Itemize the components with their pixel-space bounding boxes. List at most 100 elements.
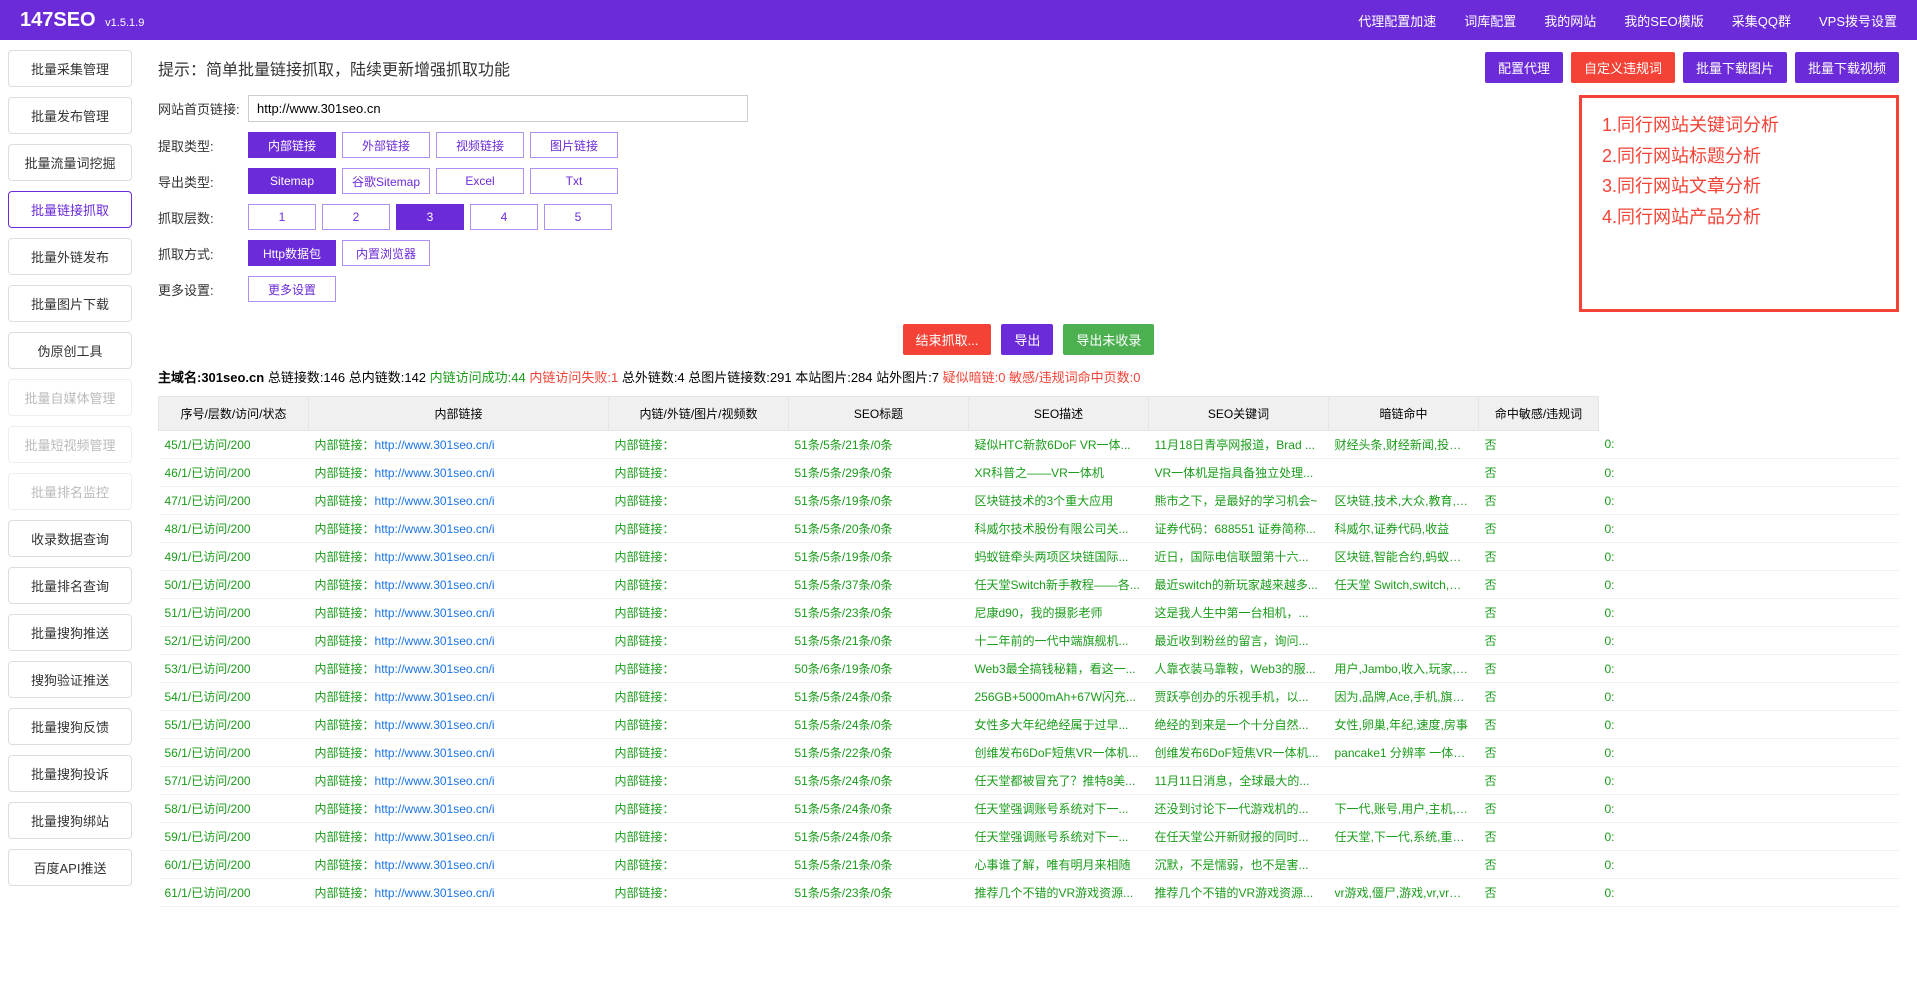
sidebar-item[interactable]: 批量图片下载 — [8, 285, 132, 322]
url-label: 网站首页链接: — [158, 99, 248, 118]
sidebar-item[interactable]: 搜狗验证推送 — [8, 661, 132, 698]
sidebar-item[interactable]: 批量搜狗推送 — [8, 614, 132, 651]
table-row: 54/1/已访问/200内部链接：http://www.301seo.cn/i内… — [159, 683, 1900, 711]
option-button[interactable]: 更多设置 — [248, 276, 336, 302]
top-button[interactable]: 批量下载图片 — [1683, 52, 1787, 83]
table-header: SEO关键词 — [1149, 397, 1329, 431]
option-button[interactable]: Txt — [530, 168, 618, 194]
top-button-row: 配置代理自定义违规词批量下载图片批量下载视频 — [1485, 52, 1899, 83]
stat-item: 总内链数:142 — [345, 370, 426, 385]
table-row: 53/1/已访问/200内部链接：http://www.301seo.cn/i内… — [159, 655, 1900, 683]
table-header: 内链/外链/图片/视频数 — [609, 397, 789, 431]
sidebar-item[interactable]: 伪原创工具 — [8, 332, 132, 369]
hint-text: 提示：简单批量链接抓取，陆续更新增强抓取功能 — [158, 56, 510, 80]
sidebar-item[interactable]: 收录数据查询 — [8, 520, 132, 557]
top-button[interactable]: 批量下载视频 — [1795, 52, 1899, 83]
option-button[interactable]: 4 — [470, 204, 538, 230]
stat-item: 内链访问成功:44 — [426, 370, 526, 385]
topnav-item[interactable]: 代理配置加速 — [1358, 11, 1436, 30]
stat-item: 站外图片:7 — [873, 370, 939, 385]
stat-item: 总链接数:146 — [264, 370, 345, 385]
option-button[interactable]: 视频链接 — [436, 132, 524, 158]
sidebar-item: 批量排名监控 — [8, 473, 132, 510]
action-buttons: 结束抓取... 导出导出未收录 — [158, 324, 1899, 355]
topnav-item[interactable]: 我的SEO模版 — [1624, 11, 1703, 30]
option-button[interactable]: 3 — [396, 204, 464, 230]
top-header: 147SEO v1.5.1.9 代理配置加速 词库配置 我的网站 我的SEO模版 采集Q… — [0, 0, 1917, 40]
table-row: 57/1/已访问/200内部链接：http://www.301seo.cn/i内… — [159, 767, 1900, 795]
table-row: 59/1/已访问/200内部链接：http://www.301seo.cn/i内… — [159, 823, 1900, 851]
option-button[interactable]: Excel — [436, 168, 524, 194]
sidebar-item[interactable]: 批量外链发布 — [8, 238, 132, 275]
option-button[interactable]: 2 — [322, 204, 390, 230]
form-label: 抓取方式: — [158, 244, 248, 263]
table-header: 内部链接 — [309, 397, 609, 431]
option-button[interactable]: Sitemap — [248, 168, 336, 194]
table-header: 命中敏感/违规词 — [1479, 397, 1599, 431]
table-row: 48/1/已访问/200内部链接：http://www.301seo.cn/i内… — [159, 515, 1900, 543]
sidebar-item[interactable]: 批量搜狗反馈 — [8, 708, 132, 745]
sidebar-item: 批量自媒体管理 — [8, 379, 132, 416]
topnav-item[interactable]: 词库配置 — [1464, 11, 1516, 30]
sidebar-item[interactable]: 百度API推送 — [8, 849, 132, 886]
stat-item: 敏感/违规词命中页数:0 — [1005, 370, 1140, 385]
table-row: 51/1/已访问/200内部链接：http://www.301seo.cn/i内… — [159, 599, 1900, 627]
sidebar-item[interactable]: 批量搜狗绑站 — [8, 802, 132, 839]
sidebar-item[interactable]: 批量发布管理 — [8, 97, 132, 134]
table-row: 46/1/已访问/200内部链接：http://www.301seo.cn/i内… — [159, 459, 1900, 487]
option-button[interactable]: 内部链接 — [248, 132, 336, 158]
sidebar-item[interactable]: 批量流量词挖掘 — [8, 144, 132, 181]
top-button[interactable]: 自定义违规词 — [1571, 52, 1675, 83]
table-row: 60/1/已访问/200内部链接：http://www.301seo.cn/i内… — [159, 851, 1900, 879]
table-row: 47/1/已访问/200内部链接：http://www.301seo.cn/i内… — [159, 487, 1900, 515]
stat-item: 总外链数:4 — [618, 370, 684, 385]
feature-line: 4.同行网站产品分析 — [1602, 202, 1876, 233]
sidebar: 批量采集管理批量发布管理批量流量词挖掘批量链接抓取批量外链发布批量图片下载伪原创… — [0, 40, 140, 919]
table-row: 50/1/已访问/200内部链接：http://www.301seo.cn/i内… — [159, 571, 1900, 599]
action-button[interactable]: 结束抓取... — [903, 324, 992, 355]
stat-item: 疑似暗链:0 — [939, 370, 1005, 385]
url-input[interactable] — [248, 95, 748, 122]
form-label: 提取类型: — [158, 136, 248, 155]
feature-line: 1.同行网站关键词分析 — [1602, 110, 1876, 141]
table-row: 58/1/已访问/200内部链接：http://www.301seo.cn/i内… — [159, 795, 1900, 823]
sidebar-item: 批量短视频管理 — [8, 426, 132, 463]
topnav-item[interactable]: VPS拨号设置 — [1819, 11, 1897, 30]
table-header: 暗链命中 — [1329, 397, 1479, 431]
topnav-item[interactable]: 我的网站 — [1544, 11, 1596, 30]
stat-item: 内链访问失败:1 — [526, 370, 618, 385]
table-header: SEO标题 — [789, 397, 969, 431]
topnav-item[interactable]: 采集QQ群 — [1732, 11, 1791, 30]
action-button[interactable]: 导出未收录 — [1063, 324, 1154, 355]
result-table: 序号/层数/访问/状态内部链接内链/外链/图片/视频数SEO标题SEO描述SEO… — [158, 396, 1899, 907]
main-content: 提示：简单批量链接抓取，陆续更新增强抓取功能 配置代理自定义违规词批量下载图片批… — [140, 40, 1917, 919]
action-button[interactable]: 导出 — [1001, 324, 1053, 355]
table-row: 56/1/已访问/200内部链接：http://www.301seo.cn/i内… — [159, 739, 1900, 767]
logo: 147SEO v1.5.1.9 — [20, 9, 144, 32]
option-button[interactable]: Http数据包 — [248, 240, 336, 266]
option-button[interactable]: 1 — [248, 204, 316, 230]
table-row: 55/1/已访问/200内部链接：http://www.301seo.cn/i内… — [159, 711, 1900, 739]
sidebar-item[interactable]: 批量采集管理 — [8, 50, 132, 87]
form-label: 更多设置: — [158, 280, 248, 299]
table-header: 序号/层数/访问/状态 — [159, 397, 309, 431]
option-button[interactable]: 内置浏览器 — [342, 240, 430, 266]
table-row: 45/1/已访问/200内部链接：http://www.301seo.cn/i内… — [159, 431, 1900, 459]
logo-text: 147SEO — [20, 9, 96, 31]
stats-bar: 主域名:301seo.cn 总链接数:146 总内链数:142 内链访问成功:4… — [158, 367, 1899, 386]
option-button[interactable]: 外部链接 — [342, 132, 430, 158]
sidebar-item[interactable]: 批量排名查询 — [8, 567, 132, 604]
table-row: 49/1/已访问/200内部链接：http://www.301seo.cn/i内… — [159, 543, 1900, 571]
sidebar-item[interactable]: 批量链接抓取 — [8, 191, 132, 228]
sidebar-item[interactable]: 批量搜狗投诉 — [8, 755, 132, 792]
top-button[interactable]: 配置代理 — [1485, 52, 1563, 83]
form-label: 抓取层数: — [158, 208, 248, 227]
feature-line: 2.同行网站标题分析 — [1602, 141, 1876, 172]
option-button[interactable]: 5 — [544, 204, 612, 230]
version-text: v1.5.1.9 — [105, 17, 144, 29]
table-row: 61/1/已访问/200内部链接：http://www.301seo.cn/i内… — [159, 879, 1900, 907]
feature-line: 3.同行网站文章分析 — [1602, 171, 1876, 202]
option-button[interactable]: 图片链接 — [530, 132, 618, 158]
option-button[interactable]: 谷歌Sitemap — [342, 168, 430, 194]
feature-box: 1.同行网站关键词分析2.同行网站标题分析3.同行网站文章分析4.同行网站产品分… — [1579, 95, 1899, 312]
